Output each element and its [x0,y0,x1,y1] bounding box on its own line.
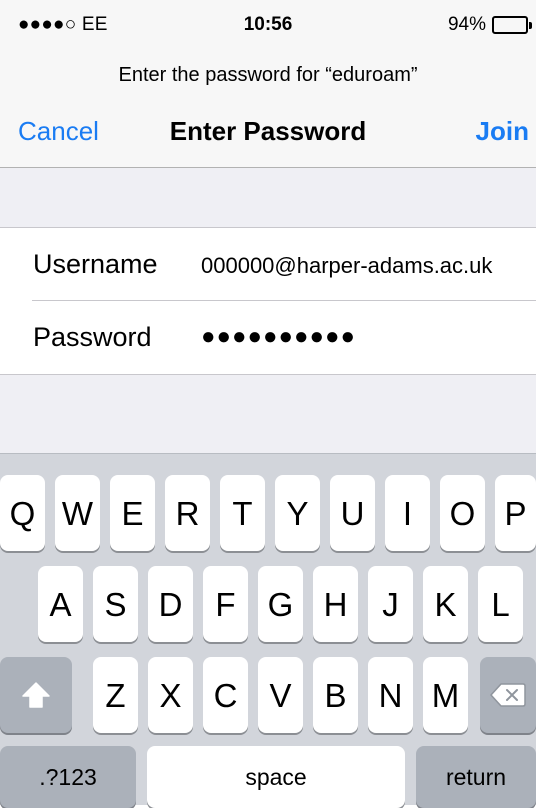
key-a[interactable]: A [38,566,83,642]
password-label: Password [33,322,152,352]
key-l[interactable]: L [478,566,523,642]
username-field[interactable]: 000000@harper-adams.ac.uk [201,252,492,280]
key-w[interactable]: W [55,475,100,551]
key-d[interactable]: D [148,566,193,642]
navigation-header: ●●●●○ EE 10:56 94% Enter the password fo… [0,0,536,168]
key-m[interactable]: M [423,657,468,733]
key-g[interactable]: G [258,566,303,642]
key-b[interactable]: B [313,657,358,733]
key-q[interactable]: Q [0,475,45,551]
group-spacer [0,168,536,228]
password-field[interactable]: ●●●●●●●●●● [201,323,356,351]
network-prompt: Enter the password for “eduroam” [118,64,418,86]
key-e[interactable]: E [110,475,155,551]
key-r[interactable]: R [165,475,210,551]
battery-percent: 94% [447,14,486,35]
key-u[interactable]: U [330,475,375,551]
backspace-icon [490,682,526,708]
key-i[interactable]: I [385,475,430,551]
key-y[interactable]: Y [275,475,320,551]
key-c[interactable]: C [203,657,248,733]
group-spacer-bottom [0,374,536,453]
key-x[interactable]: X [148,657,193,733]
key-s[interactable]: S [93,566,138,642]
delete-key[interactable] [480,657,536,733]
battery-icon [492,15,532,35]
key-z[interactable]: Z [93,657,138,733]
space-key[interactable]: space [147,746,405,808]
password-row[interactable]: Password ●●●●●●●●●● [0,301,536,373]
username-row[interactable]: Username 000000@harper-adams.ac.uk [0,228,536,300]
key-f[interactable]: F [203,566,248,642]
key-h[interactable]: H [313,566,358,642]
cancel-button[interactable]: Cancel [18,115,99,147]
shift-arrow-icon [21,681,51,709]
username-label: Username [33,249,158,279]
key-p[interactable]: P [495,475,536,551]
key-v[interactable]: V [258,657,303,733]
credentials-form: Username 000000@harper-adams.ac.uk Passw… [0,228,536,374]
key-k[interactable]: K [423,566,468,642]
keyboard: Q W E R T Y U I O P A S D F G H J K L Z … [0,453,536,808]
key-t[interactable]: T [220,475,265,551]
battery-status: 94% [448,14,532,36]
key-j[interactable]: J [368,566,413,642]
key-n[interactable]: N [368,657,413,733]
return-key[interactable]: return [416,746,536,808]
numbers-key[interactable]: .?123 [0,746,136,808]
key-o[interactable]: O [440,475,485,551]
shift-key[interactable] [0,657,72,733]
join-button[interactable]: Join [476,115,529,147]
